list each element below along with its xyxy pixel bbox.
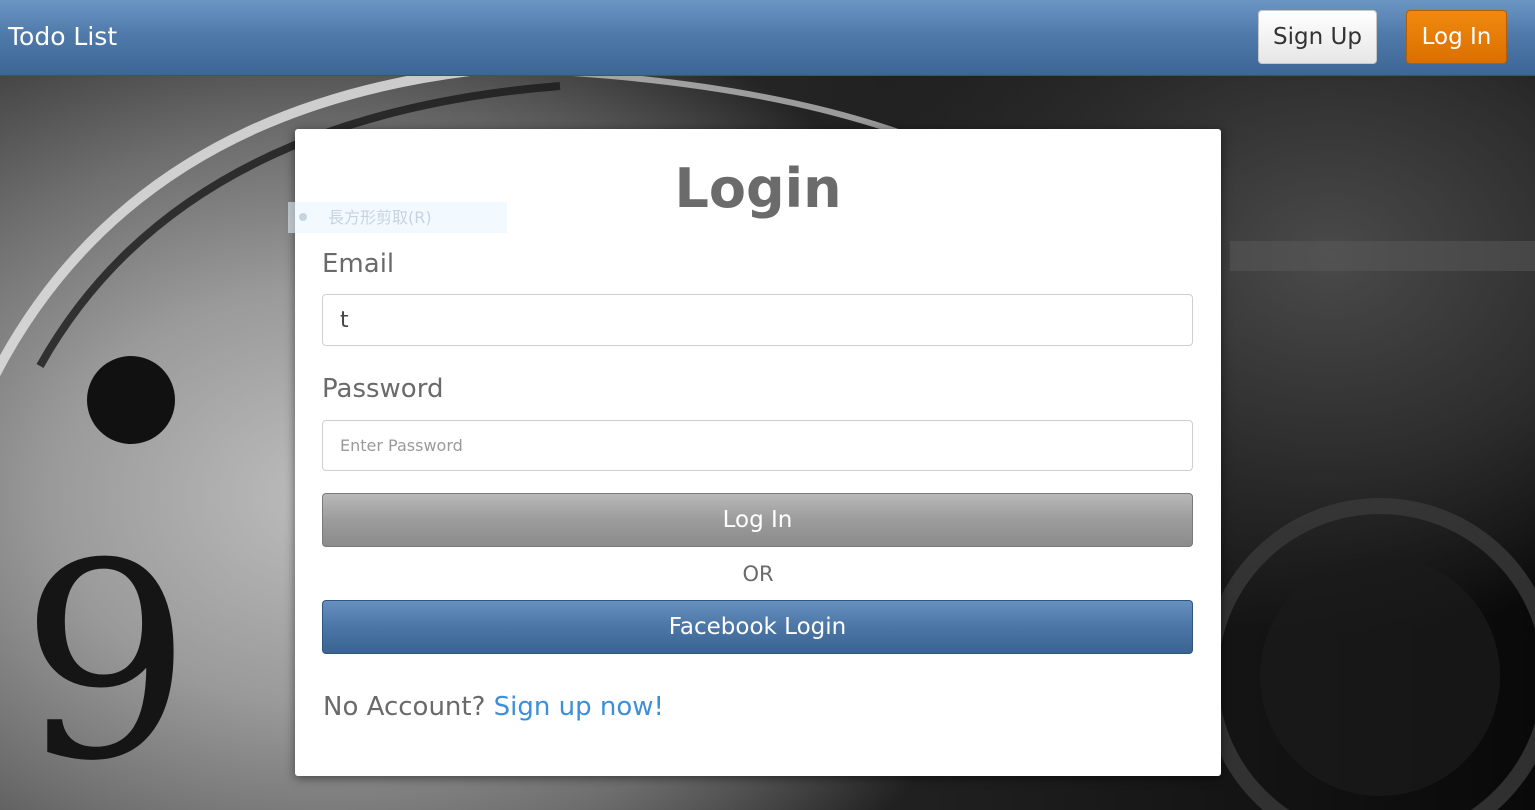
no-account-text: No Account?	[323, 692, 486, 722]
facebook-login-button[interactable]: Facebook Login	[322, 600, 1193, 654]
context-menu-ghost: 長方形剪取(R)	[288, 202, 507, 233]
password-label: Password	[322, 374, 444, 404]
top-navbar: Todo List Sign Up Log In	[0, 0, 1535, 76]
login-submit-button[interactable]: Log In	[322, 493, 1193, 547]
ghost-menu-label: 長方形剪取(R)	[328, 208, 432, 227]
signup-now-link[interactable]: Sign up now!	[494, 692, 664, 722]
svg-text:9: 9	[20, 505, 192, 810]
ghost-bullet-icon	[299, 213, 307, 221]
nav-signup-button[interactable]: Sign Up	[1258, 10, 1377, 64]
password-field[interactable]	[322, 420, 1193, 471]
nav-login-button[interactable]: Log In	[1406, 10, 1507, 64]
signup-prompt: No Account? Sign up now!	[323, 690, 664, 724]
or-divider: OR	[742, 562, 774, 586]
email-field[interactable]	[322, 294, 1193, 346]
brand-title[interactable]: Todo List	[8, 20, 117, 54]
email-label: Email	[322, 249, 395, 279]
